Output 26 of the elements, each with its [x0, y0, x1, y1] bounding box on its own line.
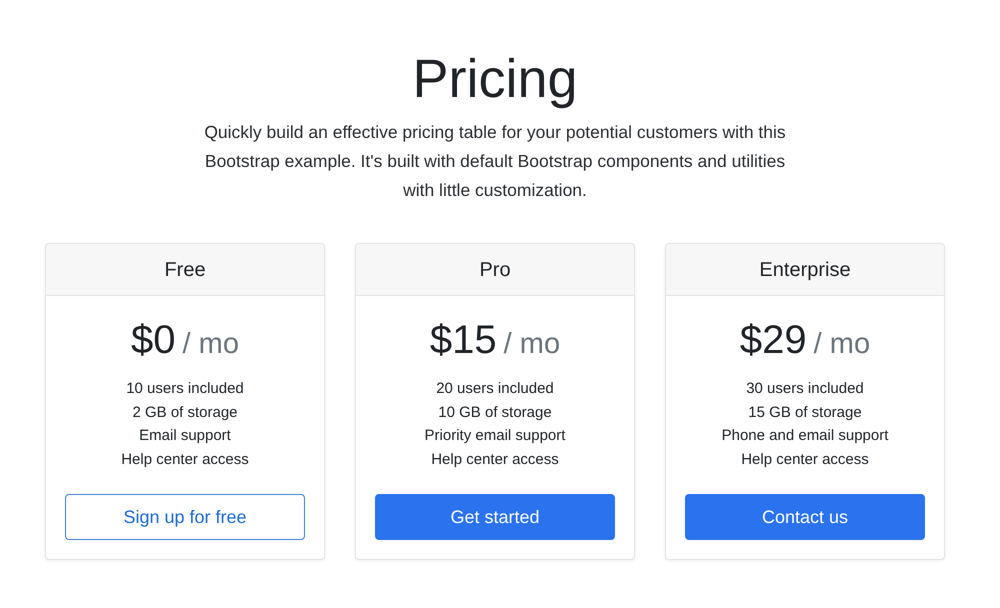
price-amount: $0 [131, 317, 176, 364]
feature-text: Help center access [121, 450, 249, 470]
price-period: / mo [504, 327, 560, 362]
feature-text: Priority email support [424, 426, 566, 446]
feature-text: 2 GB of storage [132, 402, 238, 422]
price-period: / mo [182, 327, 239, 362]
feature-text: Phone and email support [722, 426, 888, 446]
feature-text: Help center access [431, 450, 559, 470]
feature-text: 30 users included [746, 379, 864, 399]
intro-text: Quickly build an effective pricing table for your potential customers with this Bootstrap example. It's built with default Bootstrap components and utilities with little customization. [203, 121, 787, 202]
feature-text: 20 users included [436, 379, 554, 399]
plan-name: Free [164, 258, 206, 282]
feature-text: Email support [139, 426, 231, 446]
action-button[interactable]: Contact us [685, 494, 925, 540]
feature-text: 10 users included [126, 379, 244, 399]
action-button[interactable]: Get started [375, 494, 615, 540]
page-title: Pricing [412, 48, 578, 111]
feature-text: 15 GB of storage [748, 402, 862, 422]
plan-name: Pro [479, 258, 511, 282]
price-amount: $15 [430, 317, 497, 364]
price-amount: $29 [740, 317, 807, 364]
signup-button[interactable]: Sign up for free [65, 494, 305, 540]
feature-text: Help center access [741, 450, 869, 470]
feature-text: 10 GB of storage [438, 402, 552, 422]
price-period: / mo [814, 327, 870, 362]
plan-name: Enterprise [759, 258, 851, 282]
